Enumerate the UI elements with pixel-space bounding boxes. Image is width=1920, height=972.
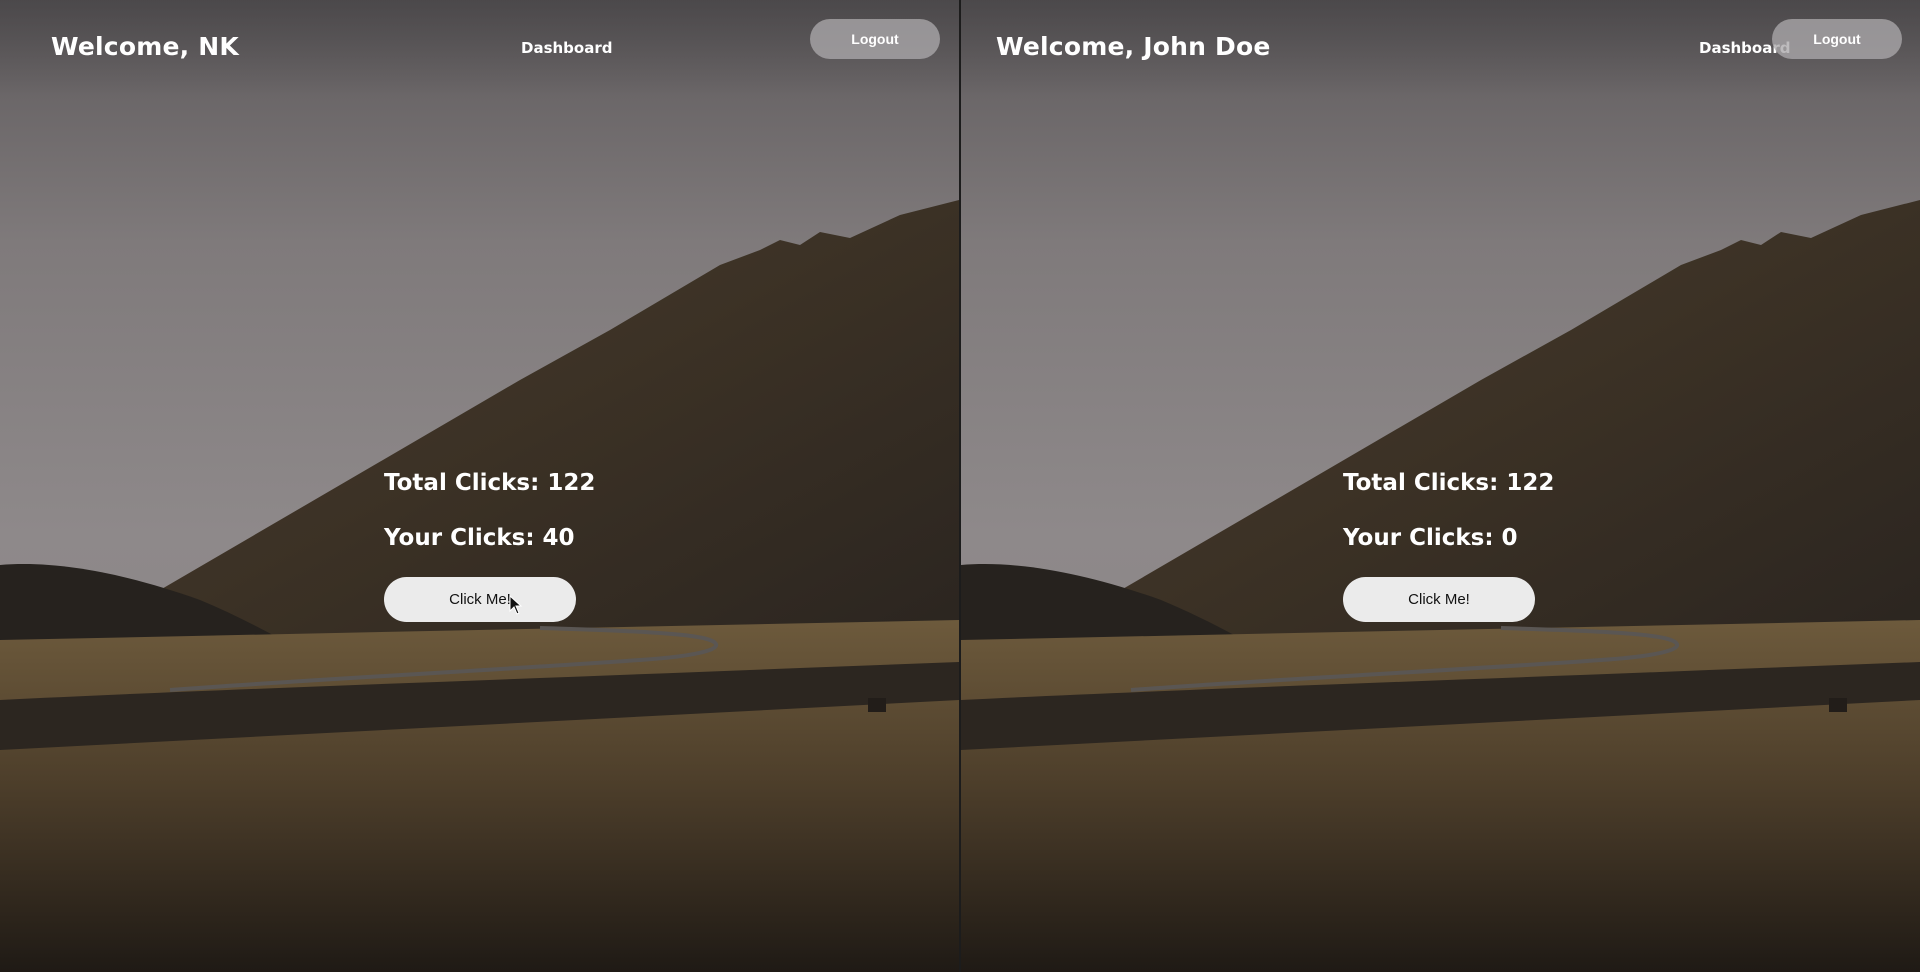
total-clicks-text: Total Clicks: 122 xyxy=(384,470,596,496)
mouse-pointer-icon xyxy=(509,595,523,615)
split-screen: Welcome, NK Dashboard Logout Total Click… xyxy=(0,0,1920,972)
logout-button[interactable]: Logout xyxy=(1772,19,1902,59)
nav-dashboard-link[interactable]: Dashboard xyxy=(521,39,612,57)
left-browser-pane: Welcome, NK Dashboard Logout Total Click… xyxy=(0,0,959,972)
welcome-heading: Welcome, John Doe xyxy=(996,32,1271,61)
total-clicks-text: Total Clicks: 122 xyxy=(1343,470,1555,496)
welcome-heading: Welcome, NK xyxy=(51,32,239,61)
your-clicks-text: Your Clicks: 40 xyxy=(384,525,575,551)
click-me-button[interactable]: Click Me! xyxy=(1343,577,1535,622)
right-browser-pane: Welcome, John Doe Dashboard Logout Total… xyxy=(961,0,1920,972)
your-clicks-text: Your Clicks: 0 xyxy=(1343,525,1518,551)
click-me-button[interactable]: Click Me! xyxy=(384,577,576,622)
logout-button[interactable]: Logout xyxy=(810,19,940,59)
